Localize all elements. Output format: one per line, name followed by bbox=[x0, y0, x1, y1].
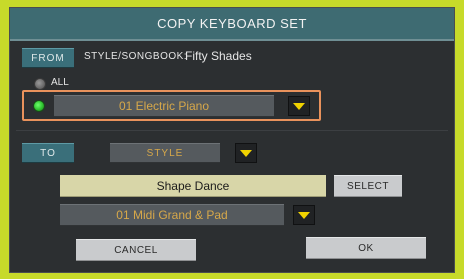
triangle-down-icon bbox=[298, 211, 310, 219]
target-set-dropdown[interactable] bbox=[293, 205, 315, 225]
source-value: Fifty Shades bbox=[185, 49, 252, 63]
target-type-dropdown[interactable] bbox=[235, 143, 257, 163]
source-label: STYLE/SONGBOOK: bbox=[84, 51, 188, 62]
dialog-title: COPY KEYBOARD SET bbox=[10, 8, 454, 41]
source-set-dropdown[interactable] bbox=[288, 96, 310, 116]
target-name-field: Shape Dance bbox=[60, 175, 326, 197]
all-radio[interactable] bbox=[34, 78, 46, 90]
copy-keyboard-set-dialog: COPY KEYBOARD SET FROM STYLE/SONGBOOK: F… bbox=[9, 7, 455, 273]
section-divider bbox=[16, 130, 448, 131]
ok-button[interactable]: OK bbox=[306, 237, 426, 259]
all-label: ALL bbox=[51, 77, 69, 88]
select-button[interactable]: SELECT bbox=[334, 175, 402, 197]
source-set-select[interactable]: 01 Electric Piano bbox=[54, 95, 274, 117]
single-set-radio[interactable] bbox=[33, 100, 45, 112]
to-button[interactable]: TO bbox=[22, 143, 74, 163]
target-set-select[interactable]: 01 Midi Grand & Pad bbox=[60, 204, 284, 226]
from-button[interactable]: FROM bbox=[22, 48, 74, 68]
triangle-down-icon bbox=[240, 149, 252, 157]
triangle-down-icon bbox=[293, 102, 305, 110]
target-type-select[interactable]: STYLE bbox=[110, 143, 220, 163]
cancel-button[interactable]: CANCEL bbox=[76, 239, 196, 261]
